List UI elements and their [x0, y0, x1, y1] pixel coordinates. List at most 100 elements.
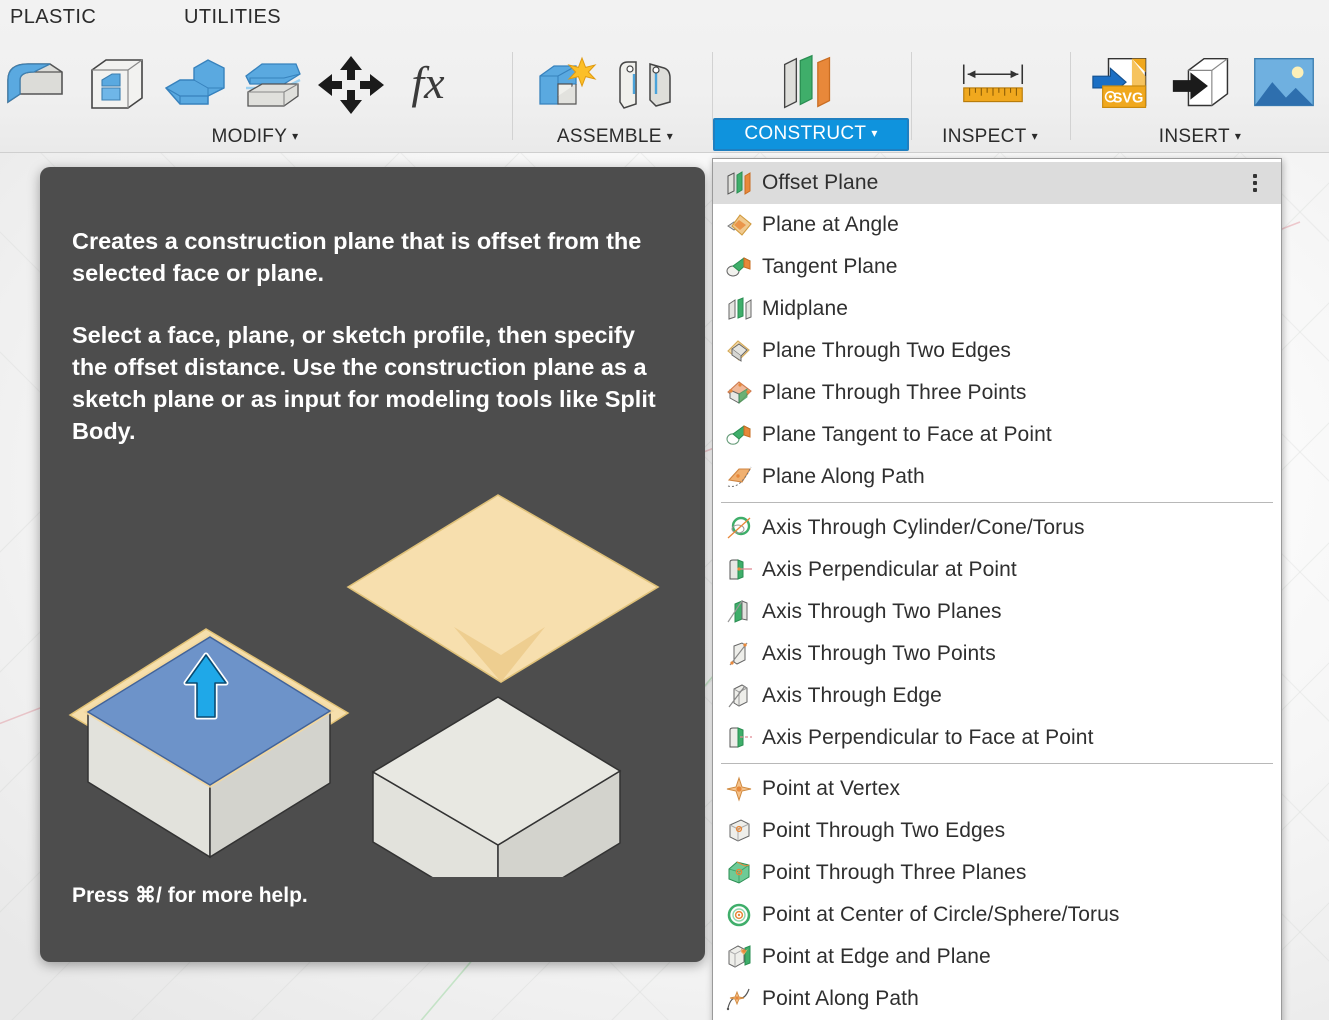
offset-plane-icon [723, 168, 757, 198]
menu-item-label: Plane Tangent to Face at Point [762, 423, 1052, 446]
menu-item-offset-plane[interactable]: Offset Plane [713, 162, 1281, 204]
menu-item-label: Axis Through Cylinder/Cone/Torus [762, 516, 1085, 539]
insert-svg-icon[interactable]: SVG [1089, 44, 1167, 126]
menu-item-plane-through-three-points[interactable]: Plane Through Three Points [713, 372, 1281, 414]
menu-item-axis-perpendicular-at-point[interactable]: Axis Perpendicular at Point [713, 549, 1281, 591]
panel-insert: SVG INSERT ▾ [1071, 42, 1329, 152]
axis-edge-icon [723, 681, 757, 711]
offset-plane-illustration [58, 477, 698, 919]
menu-item-plane-tangent-to-face-at-point[interactable]: Plane Tangent to Face at Point [713, 414, 1281, 456]
menu-item-axis-through-two-planes[interactable]: Axis Through Two Planes [713, 591, 1281, 633]
fusion-app-window: PLASTIC UTILITIES fx MODIFY ▾ ASSEMBLE ▾… [0, 0, 1329, 1020]
menu-item-point-at-vertex[interactable]: Point at Vertex [713, 768, 1281, 810]
split-body-icon[interactable] [234, 44, 312, 126]
menu-item-label: Plane Along Path [762, 465, 925, 488]
tooltip-paragraph-1: Creates a construction plane that is off… [72, 228, 642, 286]
menu-item-label: Offset Plane [762, 171, 879, 194]
panel-label-insert-text: INSERT [1158, 126, 1230, 147]
point-three-planes-icon [723, 858, 757, 888]
menu-item-axis-through-edge[interactable]: Axis Through Edge [713, 675, 1281, 717]
svg-text:SVG: SVG [1113, 91, 1144, 107]
panel-construct: CONSTRUCT ▾ [713, 42, 909, 152]
menu-separator-1 [721, 502, 1273, 503]
menu-item-plane-through-two-edges[interactable]: Plane Through Two Edges [713, 330, 1281, 372]
ribbon-panels: fx MODIFY ▾ ASSEMBLE ▾ CONSTRUCT ▾ INSPE… [0, 42, 1329, 152]
point-vertex-icon [723, 774, 757, 804]
menu-item-axis-perpendicular-to-face-at-point[interactable]: Axis Perpendicular to Face at Point [713, 717, 1281, 759]
plane-along-path-icon [723, 462, 757, 492]
more-options-icon[interactable] [1253, 174, 1257, 192]
axis-two-planes-icon [723, 597, 757, 627]
menu-separator-2 [721, 763, 1273, 764]
menu-item-point-at-center-of-circle-sphere-torus[interactable]: Point at Center of Circle/Sphere/Torus [713, 894, 1281, 936]
menu-item-point-at-edge-and-plane[interactable]: Point at Edge and Plane [713, 936, 1281, 978]
panel-inspect: INSPECT ▾ [912, 42, 1068, 152]
tab-plastic[interactable]: PLASTIC [10, 6, 96, 29]
panel-label-assemble[interactable]: ASSEMBLE ▾ [520, 126, 710, 148]
measure-icon[interactable] [954, 44, 1032, 126]
panel-label-assemble-text: ASSEMBLE [556, 126, 662, 147]
point-edge-plane-icon [723, 942, 757, 972]
ribbon-tab-row: PLASTIC UTILITIES [0, 0, 1329, 42]
tangent-plane-icon [723, 252, 757, 282]
ribbon-toolbar: PLASTIC UTILITIES fx MODIFY ▾ ASSEMBLE ▾… [0, 0, 1329, 153]
menu-item-label: Point at Edge and Plane [762, 945, 991, 968]
canvas-image-icon[interactable] [1245, 44, 1323, 126]
tooltip-text: Creates a construction plane that is off… [72, 225, 662, 477]
menu-item-label: Axis Through Two Points [762, 642, 996, 665]
axis-perpendicular-point-icon [723, 555, 757, 585]
menu-item-point-through-three-planes[interactable]: Point Through Three Planes [713, 852, 1281, 894]
tooltip-footer: Press ⌘/ for more help. [72, 884, 308, 907]
point-two-edges-icon [723, 816, 757, 846]
new-component-icon[interactable] [528, 44, 606, 126]
move-copy-icon[interactable] [312, 44, 390, 126]
panel-divider-1 [512, 52, 513, 140]
tooltip-paragraph-2: Select a face, plane, or sketch profile,… [72, 322, 656, 444]
panel-label-construct-text: CONSTRUCT [744, 123, 867, 144]
tab-utilities[interactable]: UTILITIES [184, 6, 281, 29]
offset-plane-icon[interactable] [771, 44, 849, 126]
shell-icon[interactable] [78, 44, 156, 126]
menu-item-axis-through-two-points[interactable]: Axis Through Two Points [713, 633, 1281, 675]
panel-label-modify[interactable]: MODIFY ▾ [0, 126, 510, 148]
panel-modify: fx MODIFY ▾ [0, 42, 510, 152]
fillet-icon[interactable] [0, 44, 78, 126]
plane-two-edges-icon [723, 336, 757, 366]
panel-label-construct[interactable]: CONSTRUCT ▾ [713, 118, 909, 151]
combine-icon[interactable] [156, 44, 234, 126]
insert-mesh-icon[interactable] [1167, 44, 1245, 126]
menu-item-axis-through-cylinder-cone-torus[interactable]: Axis Through Cylinder/Cone/Torus [713, 507, 1281, 549]
axis-two-points-icon [723, 639, 757, 669]
menu-item-plane-along-path[interactable]: Plane Along Path [713, 456, 1281, 498]
construct-dropdown-menu: Offset Plane Plane at Angle Tangent Plan… [712, 158, 1282, 1020]
menu-item-label: Midplane [762, 297, 849, 320]
menu-item-point-along-path[interactable]: Point Along Path [713, 978, 1281, 1020]
panel-label-insert[interactable]: INSERT ▾ [1071, 126, 1329, 148]
menu-item-label: Tangent Plane [762, 255, 898, 278]
change-parameters-icon[interactable]: fx [390, 44, 468, 126]
menu-item-label: Plane Through Two Edges [762, 339, 1012, 362]
point-along-path-icon [723, 984, 757, 1014]
joint-icon[interactable] [606, 44, 684, 126]
menu-item-label: Plane Through Three Points [762, 381, 1027, 404]
menu-item-point-through-two-edges[interactable]: Point Through Two Edges [713, 810, 1281, 852]
menu-item-plane-at-angle[interactable]: Plane at Angle [713, 204, 1281, 246]
menu-item-label: Point at Center of Circle/Sphere/Torus [762, 903, 1120, 926]
menu-item-label: Axis Perpendicular to Face at Point [762, 726, 1094, 749]
axis-cylinder-cone-torus-icon [723, 513, 757, 543]
menu-item-midplane[interactable]: Midplane [713, 288, 1281, 330]
point-center-circle-icon [723, 900, 757, 930]
plane-at-angle-icon [723, 210, 757, 240]
menu-item-label: Point Along Path [762, 987, 919, 1010]
panel-label-inspect-text: INSPECT [942, 126, 1027, 147]
plane-tangent-face-point-icon [723, 420, 757, 450]
panel-assemble: ASSEMBLE ▾ [520, 42, 710, 152]
tooltip-panel: Creates a construction plane that is off… [40, 167, 705, 962]
menu-item-label: Point Through Three Planes [762, 861, 1027, 884]
panel-label-inspect[interactable]: INSPECT ▾ [912, 126, 1068, 148]
svg-text:fx: fx [411, 57, 445, 108]
menu-item-label: Plane at Angle [762, 213, 899, 236]
chevron-down-icon: ▾ [1234, 129, 1242, 143]
chevron-down-icon: ▾ [1031, 129, 1038, 143]
menu-item-tangent-plane[interactable]: Tangent Plane [713, 246, 1281, 288]
